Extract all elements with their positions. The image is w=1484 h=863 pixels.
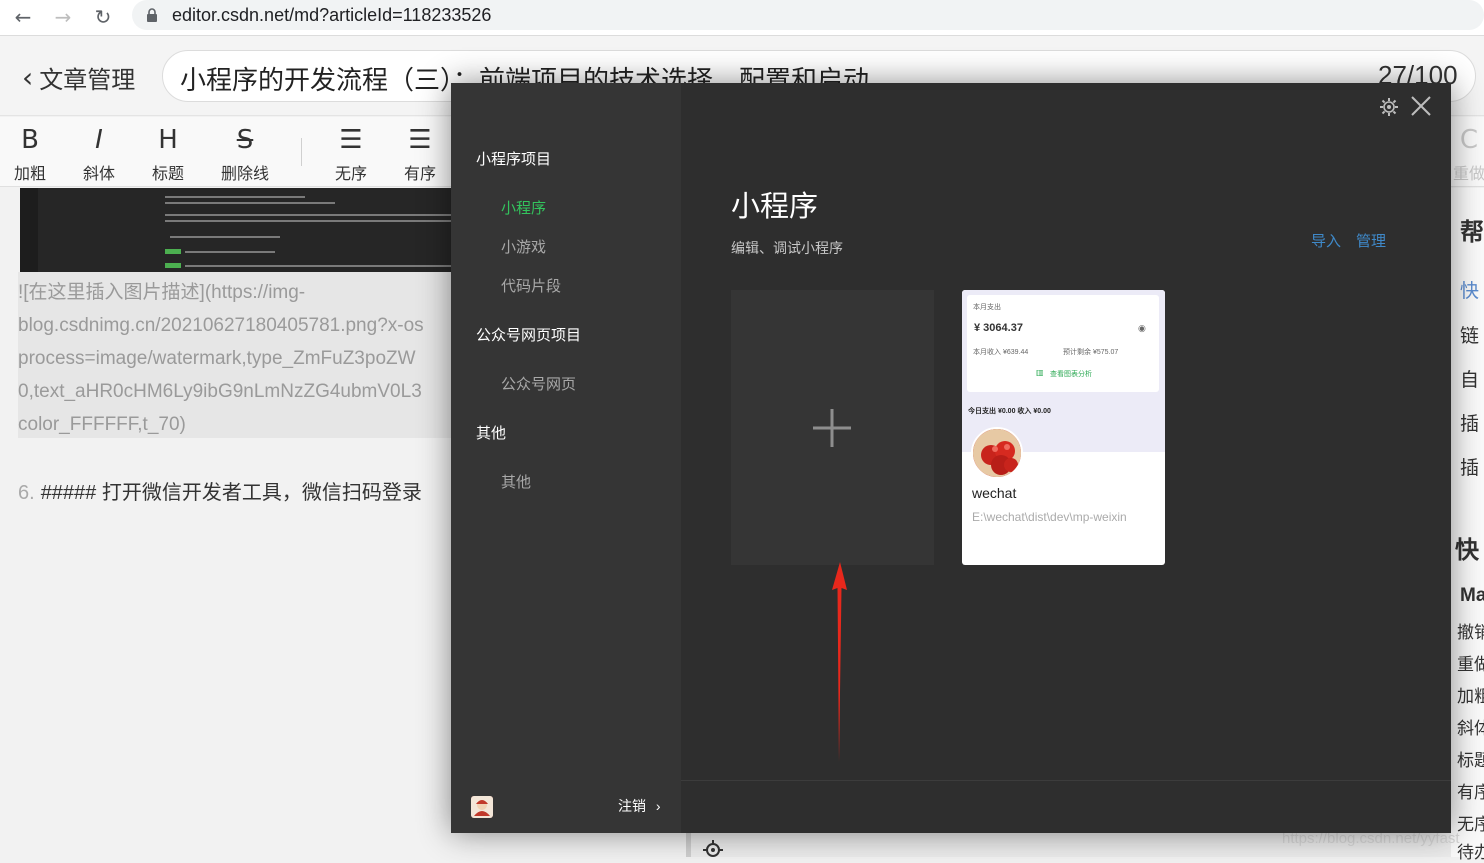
preview-month-label: 本月支出 (973, 304, 1001, 311)
redo-button[interactable]: C 重做 (1449, 124, 1484, 184)
sidebar-item-code-snippet[interactable]: 代码片段 (501, 275, 561, 296)
import-link[interactable]: 导入 (1311, 230, 1341, 251)
sidebar-item-official-account-web[interactable]: 公众号网页 (501, 373, 576, 394)
unordered-list-button[interactable]: ☰ 无序 (321, 124, 381, 184)
heading-button[interactable]: H 标题 (138, 124, 198, 184)
preview-month-amount: ¥ 3064.37 (974, 322, 1023, 334)
sidebar-item-other[interactable]: 其他 (501, 471, 531, 492)
toolbar-divider (301, 138, 302, 166)
redo-label: 重做 (1452, 166, 1484, 183)
project-card-wechat[interactable]: 本月支出 ¥ 3064.37 ◉ 本月收入 ¥639.44 预计剩余 ¥575.… (962, 290, 1165, 565)
step-number: 6. (18, 482, 35, 504)
markdown-image-source[interactable]: ![在这里插入图片描述](https://img- blog.csdnimg.c… (18, 276, 458, 441)
help-item: 重做 (1457, 655, 1484, 674)
preview-chart-link: 查看图表分析 (1050, 371, 1092, 378)
user-avatar-image (471, 796, 493, 818)
project-name: wechat (972, 485, 1017, 501)
help-chip[interactable]: 链 (1460, 321, 1479, 348)
italic-button[interactable]: I 斜体 (69, 124, 129, 184)
markdown-line: color_FFFFFF,t_70) (18, 414, 186, 435)
project-path: E:\wechat\dist\dev\mp-weixin (972, 510, 1127, 524)
dialog-subtitle: 编辑、调试小程序 (731, 240, 843, 256)
help-item: 标题 (1457, 751, 1484, 770)
preview-income: 本月收入 ¥639.44 (973, 349, 1029, 356)
ordered-list-icon: ☰ (408, 125, 432, 155)
chart-icon: ▥ (1036, 368, 1044, 377)
back-to-article-manage[interactable]: ‹ 文章管理 (22, 60, 135, 95)
logout-button[interactable]: 注销 › (618, 796, 661, 816)
locate-icon[interactable] (702, 839, 724, 857)
section-official-account-projects: 公众号网页项目 (476, 327, 582, 344)
markdown-line: blog.csdnimg.cn/20210627180405781.png?x-… (18, 315, 424, 336)
preview-today: 今日支出 ¥0.00 收入 ¥0.00 (968, 408, 1051, 415)
strikethrough-button[interactable]: S 删除线 (215, 124, 275, 184)
user-avatar[interactable] (471, 796, 493, 818)
section-other: 其他 (476, 425, 507, 442)
italic-label: 斜体 (82, 166, 115, 183)
chevron-right-icon: › (655, 798, 661, 814)
bold-icon: B (21, 125, 39, 155)
lock-icon (147, 8, 157, 22)
sidebar-item-minigame[interactable]: 小游戏 (501, 236, 546, 257)
annotation-arrow (832, 562, 847, 762)
heading-icon: H (158, 125, 178, 155)
project-avatar (971, 427, 1023, 479)
address-bar[interactable]: editor.csdn.net/md?articleId=118233526 (132, 0, 1484, 30)
help-heading: 帮 (1460, 219, 1484, 246)
dialog-sidebar (451, 83, 681, 833)
back-arrow-icon[interactable]: ← (8, 2, 38, 32)
strikethrough-label: 删除线 (220, 166, 269, 183)
markdown-line: process=image/watermark,type_ZmFuZ3poZW (18, 348, 416, 369)
logout-label: 注销 (618, 798, 646, 814)
strikethrough-icon: S (236, 125, 254, 155)
ordered-list-button[interactable]: ☰ 有序 (390, 124, 450, 184)
preview-budget: 预计剩余 ¥575.07 (1063, 349, 1119, 356)
manage-link[interactable]: 管理 (1356, 230, 1386, 251)
markdown-line: 0,text_aHR0cHM6Ly9ibG9nLmNzZG4ubmV0L3 (18, 381, 422, 402)
help-item: 加粗 (1457, 687, 1484, 706)
help-item: 无序 (1457, 815, 1484, 834)
step-text: ##### 打开微信开发者工具，微信扫码登录 (40, 482, 422, 504)
url-text: editor.csdn.net/md?articleId=118233526 (172, 4, 492, 25)
eye-icon: ◉ (1138, 323, 1146, 333)
heading-label: 标题 (151, 166, 184, 183)
help-chip[interactable]: 插 (1460, 453, 1479, 480)
help-item: 待办 (1457, 843, 1484, 862)
plus-icon (813, 409, 851, 447)
section-miniprogram-projects: 小程序项目 (476, 151, 552, 168)
dialog-main-title: 小程序 (731, 191, 819, 223)
help-section-title: 快 (1455, 537, 1479, 564)
reload-icon[interactable]: ↻ (88, 2, 118, 32)
help-chip[interactable]: 插 (1460, 409, 1479, 436)
unordered-list-label: 无序 (334, 166, 367, 183)
gear-icon[interactable] (1378, 96, 1400, 118)
italic-icon: I (95, 125, 103, 155)
help-chip[interactable]: 快 (1460, 276, 1479, 303)
back-label: 文章管理 (39, 67, 136, 94)
help-item: 有序 (1457, 783, 1484, 802)
help-sub-title: Ma (1460, 585, 1484, 606)
step-six-line[interactable]: 6. ##### 打开微信开发者工具，微信扫码登录 (18, 476, 422, 505)
ordered-list-label: 有序 (403, 166, 436, 183)
help-item: 撤销 (1457, 623, 1484, 642)
close-icon[interactable] (1408, 93, 1434, 119)
dialog-footer-divider (681, 780, 1451, 781)
forward-arrow-icon[interactable]: → (48, 2, 78, 32)
project-avatar-image (973, 429, 1021, 477)
help-chip[interactable]: 自 (1460, 365, 1479, 392)
chevron-left-icon: ‹ (22, 61, 34, 94)
embedded-terminal-screenshot (20, 188, 460, 272)
bold-button[interactable]: B 加粗 (0, 124, 60, 184)
sidebar-item-miniprogram[interactable]: 小程序 (501, 197, 546, 218)
redo-icon: C (1459, 125, 1479, 155)
unordered-list-icon: ☰ (339, 125, 363, 155)
bold-label: 加粗 (13, 166, 46, 183)
markdown-line: ![在这里插入图片描述](https://img- (18, 282, 306, 303)
help-item: 斜体 (1457, 719, 1484, 738)
